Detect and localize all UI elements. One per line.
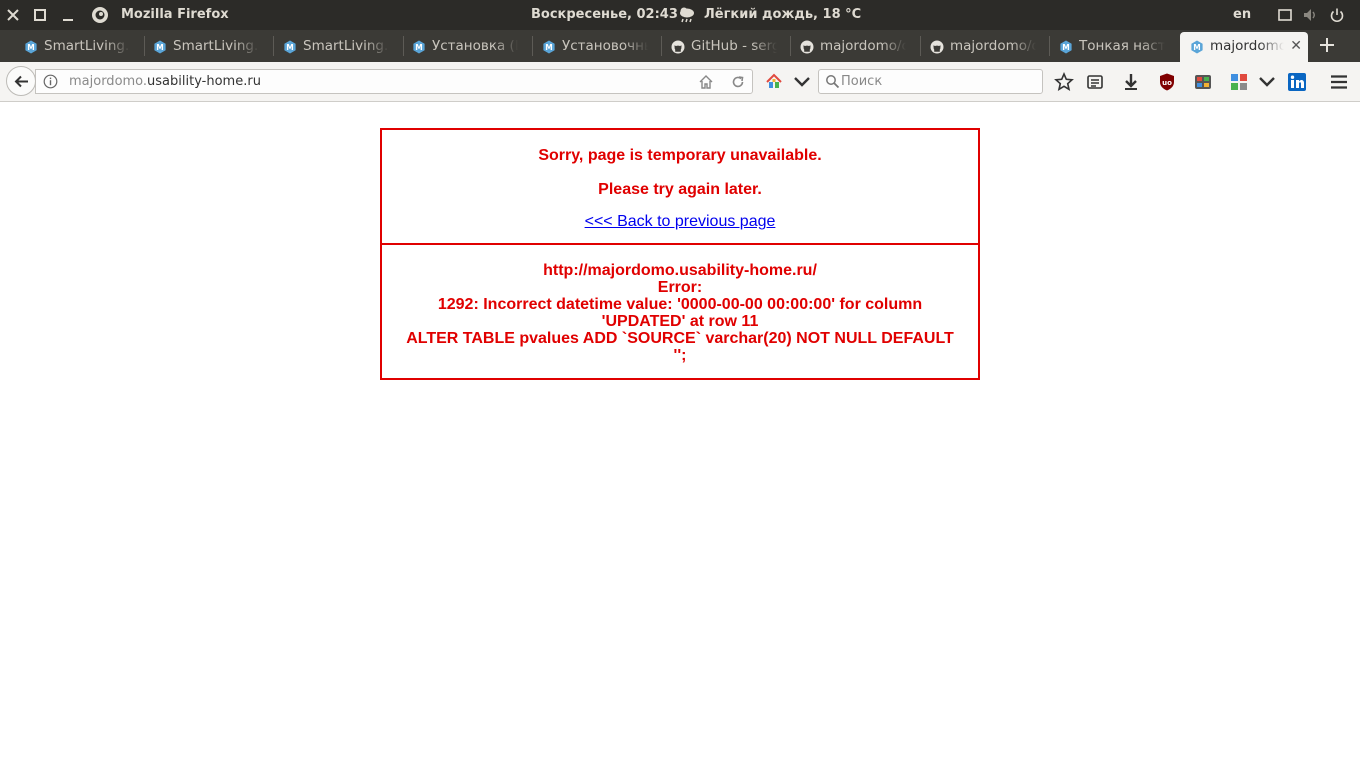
majordomo-icon: M xyxy=(154,40,166,54)
ublock-icon[interactable]: uo xyxy=(1157,72,1177,92)
error-label: Error: xyxy=(657,279,703,296)
svg-text:M: M xyxy=(545,43,552,52)
sorry-message: Sorry, page is temporary unavailable. xyxy=(538,147,822,164)
tab-label: majordomo/di xyxy=(950,38,1036,54)
linkedin-icon[interactable] xyxy=(1287,72,1307,92)
language-indicator[interactable]: en xyxy=(1233,7,1251,22)
tab-label: SmartLiving.ru xyxy=(44,38,130,54)
error-message-line: 'UPDATED' at row 11 xyxy=(601,313,759,330)
minimize-window-icon[interactable] xyxy=(60,7,76,23)
window-tray-icon[interactable] xyxy=(1277,7,1293,23)
tab-github-serg[interactable]: GitHub - serg xyxy=(665,32,789,62)
back-arrow-icon xyxy=(14,75,28,88)
bookmark-star-icon[interactable] xyxy=(1054,72,1074,92)
tab-label: GitHub - serg xyxy=(691,38,777,54)
majordomo-icon: M xyxy=(284,40,296,54)
tab-smartliving-2[interactable]: M SmartLiving.ru xyxy=(147,32,271,62)
majordomo-icon: M xyxy=(543,40,555,54)
majordomo-icon: M xyxy=(1191,40,1203,54)
error-box: Sorry, page is temporary unavailable. Pl… xyxy=(380,128,980,380)
reading-list-icon[interactable] xyxy=(1085,72,1105,92)
tab-separator xyxy=(790,36,791,56)
tab-label: Тонкая настр xyxy=(1079,38,1165,54)
back-button[interactable] xyxy=(6,66,36,96)
info-icon[interactable] xyxy=(43,74,58,89)
reload-icon[interactable] xyxy=(730,74,746,90)
majordomo-icon: M xyxy=(25,40,37,54)
url-host: usability-home.ru xyxy=(147,74,261,89)
error-sql-line: ''; xyxy=(673,347,687,364)
tab-smartliving-3[interactable]: M SmartLiving.ru xyxy=(277,32,401,62)
search-bar[interactable] xyxy=(818,69,1043,94)
search-input[interactable] xyxy=(841,72,1036,91)
svg-text:uo: uo xyxy=(1162,79,1172,87)
tab-installation-files[interactable]: M Установочны xyxy=(536,32,660,62)
error-message-cell: Sorry, page is temporary unavailable. Pl… xyxy=(382,130,978,245)
close-tab-icon[interactable]: ✕ xyxy=(1290,38,1302,54)
navigation-bar: majordomo.usability-home.ru xyxy=(0,62,1360,102)
tab-separator xyxy=(661,36,662,56)
tab-smartliving-1[interactable]: M SmartLiving.ru xyxy=(18,32,142,62)
url-text[interactable]: majordomo.usability-home.ru xyxy=(69,74,261,89)
tab-strip: M SmartLiving.ru M SmartLiving.ru M Smar… xyxy=(0,30,1360,62)
majordomo-icon: M xyxy=(413,40,425,54)
url-host-prefix: majordomo. xyxy=(69,74,148,89)
home-colorful-icon[interactable] xyxy=(764,72,784,92)
svg-text:M: M xyxy=(156,43,163,52)
home-icon[interactable] xyxy=(698,74,714,90)
firefox-icon xyxy=(92,7,108,23)
close-window-icon[interactable] xyxy=(5,7,21,23)
tab-label: Установка (Li xyxy=(432,38,518,54)
hamburger-menu-icon[interactable] xyxy=(1329,72,1349,92)
try-again-message: Please try again later. xyxy=(598,181,762,198)
error-details-cell: http://majordomo.usability-home.ru/ Erro… xyxy=(382,246,978,378)
new-tab-icon[interactable] xyxy=(1318,36,1336,54)
url-bar[interactable]: majordomo.usability-home.ru xyxy=(35,69,753,94)
tab-label: SmartLiving.ru xyxy=(303,38,389,54)
error-url: http://majordomo.usability-home.ru/ xyxy=(543,262,817,279)
tab-separator xyxy=(532,36,533,56)
chevron-down-icon[interactable] xyxy=(1257,72,1277,92)
extension-grid-icon[interactable] xyxy=(1193,72,1213,92)
weather-indicator[interactable]: Лёгкий дождь, 18 °C xyxy=(704,7,861,22)
tab-separator xyxy=(1049,36,1050,56)
tab-separator xyxy=(920,36,921,56)
tab-installation[interactable]: M Установка (Li xyxy=(406,32,530,62)
svg-text:M: M xyxy=(27,43,34,52)
system-top-bar: Mozilla Firefox Воскресенье, 02:43 Лёгки… xyxy=(0,0,1360,30)
tab-label: SmartLiving.ru xyxy=(173,38,259,54)
speed-dial-icon[interactable] xyxy=(1229,72,1249,92)
error-message-line: 1292: Incorrect datetime value: '0000-00… xyxy=(437,296,923,313)
tab-majordomo-di[interactable]: majordomo/di xyxy=(924,32,1048,62)
tab-label: majordomo xyxy=(1210,38,1284,54)
maximize-window-icon[interactable] xyxy=(32,7,48,23)
search-icon xyxy=(826,75,840,89)
tab-label: majordomo/cy xyxy=(820,38,906,54)
volume-icon[interactable] xyxy=(1302,7,1318,23)
tab-fine-tuning[interactable]: M Тонкая настр xyxy=(1053,32,1177,62)
back-link-container: <<< Back to previous page xyxy=(382,213,978,231)
svg-text:M: M xyxy=(1193,43,1200,52)
tab-majordomo-cy[interactable]: majordomo/cy xyxy=(794,32,918,62)
tab-separator xyxy=(273,36,274,56)
download-icon[interactable] xyxy=(1121,72,1141,92)
github-icon xyxy=(930,40,944,54)
clock[interactable]: Воскресенье, 02:43 xyxy=(531,7,678,22)
rain-cloud-icon xyxy=(680,7,694,23)
tab-separator xyxy=(403,36,404,56)
power-icon[interactable] xyxy=(1329,7,1345,23)
back-to-previous-page-link[interactable]: <<< Back to previous page xyxy=(585,213,776,230)
tab-separator xyxy=(144,36,145,56)
github-icon xyxy=(671,40,685,54)
svg-text:M: M xyxy=(1062,43,1069,52)
app-title: Mozilla Firefox xyxy=(121,7,229,22)
tab-label: Установочны xyxy=(562,38,648,54)
error-sql-line: ALTER TABLE pvalues ADD `SOURCE` varchar… xyxy=(406,330,954,347)
svg-text:M: M xyxy=(415,43,422,52)
chevron-down-icon[interactable] xyxy=(792,72,812,92)
majordomo-icon: M xyxy=(1060,40,1072,54)
tab-majordomo-active[interactable]: M majordomo ✕ xyxy=(1180,32,1308,62)
github-icon xyxy=(800,40,814,54)
svg-text:M: M xyxy=(286,43,293,52)
